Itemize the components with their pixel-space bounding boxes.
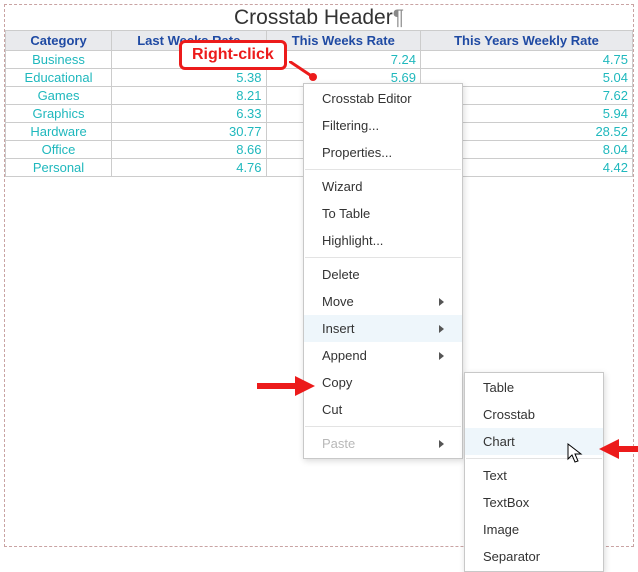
- cell-cat[interactable]: Personal: [6, 159, 112, 177]
- cell-cat[interactable]: Graphics: [6, 105, 112, 123]
- report-canvas: Crosstab Header¶ Category Last Weeks Rat…: [4, 4, 634, 547]
- col-year[interactable]: This Years Weekly Rate: [421, 31, 633, 51]
- submenu-item-crosstab[interactable]: Crosstab: [465, 401, 603, 428]
- menu-item-label: Chart: [483, 434, 515, 449]
- submenu-item-image[interactable]: Image: [465, 516, 603, 543]
- cell-last[interactable]: 8.66: [112, 141, 266, 159]
- menu-item-label: Highlight...: [322, 233, 383, 248]
- menu-item-label: Image: [483, 522, 519, 537]
- menu-item-label: Table: [483, 380, 514, 395]
- menu-separator: [305, 169, 461, 170]
- header-title: Crosstab Header: [234, 6, 393, 29]
- cell-last[interactable]: 4.76: [112, 159, 266, 177]
- cell-last[interactable]: 5.38: [112, 69, 266, 87]
- menu-item-crosstab-editor[interactable]: Crosstab Editor: [304, 85, 462, 112]
- cell-cat[interactable]: Hardware: [6, 123, 112, 141]
- annotation-arrow-chart: [599, 437, 638, 461]
- menu-item-filtering[interactable]: Filtering...: [304, 112, 462, 139]
- cell-cat[interactable]: Educational: [6, 69, 112, 87]
- table-header-row: Category Last Weeks Rate This Weeks Rate…: [6, 31, 633, 51]
- insert-submenu[interactable]: Table Crosstab Chart Text TextBox Image Separa…: [464, 372, 604, 572]
- menu-separator: [466, 458, 602, 459]
- submenu-item-textbox[interactable]: TextBox: [465, 489, 603, 516]
- menu-item-copy[interactable]: Copy: [304, 369, 462, 396]
- cell-cat[interactable]: Office: [6, 141, 112, 159]
- submenu-arrow-icon: [439, 352, 444, 360]
- menu-item-label: Filtering...: [322, 118, 379, 133]
- menu-item-highlight[interactable]: Highlight...: [304, 227, 462, 254]
- col-this[interactable]: This Weeks Rate: [266, 31, 420, 51]
- menu-item-cut[interactable]: Cut: [304, 396, 462, 423]
- menu-item-label: Wizard: [322, 179, 362, 194]
- menu-item-paste[interactable]: Paste: [304, 430, 462, 457]
- menu-item-delete[interactable]: Delete: [304, 261, 462, 288]
- cell-last[interactable]: 8.21: [112, 87, 266, 105]
- menu-item-to-table[interactable]: To Table: [304, 200, 462, 227]
- submenu-arrow-icon: [439, 298, 444, 306]
- cell-last[interactable]: 30.77: [112, 123, 266, 141]
- menu-item-label: Text: [483, 468, 507, 483]
- menu-item-label: Cut: [322, 402, 342, 417]
- menu-item-label: Insert: [322, 321, 355, 336]
- cell-last[interactable]: 6.33: [112, 105, 266, 123]
- cell-cat[interactable]: Games: [6, 87, 112, 105]
- menu-item-label: Properties...: [322, 145, 392, 160]
- submenu-item-chart[interactable]: Chart: [465, 428, 603, 455]
- menu-item-properties[interactable]: Properties...: [304, 139, 462, 166]
- menu-item-wizard[interactable]: Wizard: [304, 173, 462, 200]
- submenu-item-table[interactable]: Table: [465, 374, 603, 401]
- table-row[interactable]: Business 7.244.75: [6, 51, 633, 69]
- pilcrow-icon: ¶: [393, 6, 404, 29]
- menu-item-label: To Table: [322, 206, 370, 221]
- menu-item-label: Paste: [322, 436, 355, 451]
- submenu-item-text[interactable]: Text: [465, 462, 603, 489]
- menu-item-insert[interactable]: Insert: [304, 315, 462, 342]
- right-click-callout: Right-click: [179, 40, 287, 70]
- menu-item-label: Separator: [483, 549, 540, 564]
- menu-item-label: Crosstab: [483, 407, 535, 422]
- col-category[interactable]: Category: [6, 31, 112, 51]
- cell-this[interactable]: 7.24: [266, 51, 420, 69]
- context-menu[interactable]: Crosstab Editor Filtering... Properties...…: [303, 83, 463, 459]
- cell-cat[interactable]: Business: [6, 51, 112, 69]
- crosstab-header: Crosstab Header¶: [5, 5, 633, 30]
- cell-year[interactable]: 4.75: [421, 51, 633, 69]
- submenu-item-separator[interactable]: Separator: [465, 543, 603, 570]
- menu-item-label: TextBox: [483, 495, 529, 510]
- menu-item-label: Move: [322, 294, 354, 309]
- menu-item-append[interactable]: Append: [304, 342, 462, 369]
- menu-item-label: Append: [322, 348, 367, 363]
- submenu-arrow-icon: [439, 440, 444, 448]
- menu-item-label: Delete: [322, 267, 360, 282]
- menu-item-label: Copy: [322, 375, 352, 390]
- menu-separator: [305, 257, 461, 258]
- menu-item-label: Crosstab Editor: [322, 91, 412, 106]
- menu-separator: [305, 426, 461, 427]
- menu-item-move[interactable]: Move: [304, 288, 462, 315]
- submenu-arrow-icon: [439, 325, 444, 333]
